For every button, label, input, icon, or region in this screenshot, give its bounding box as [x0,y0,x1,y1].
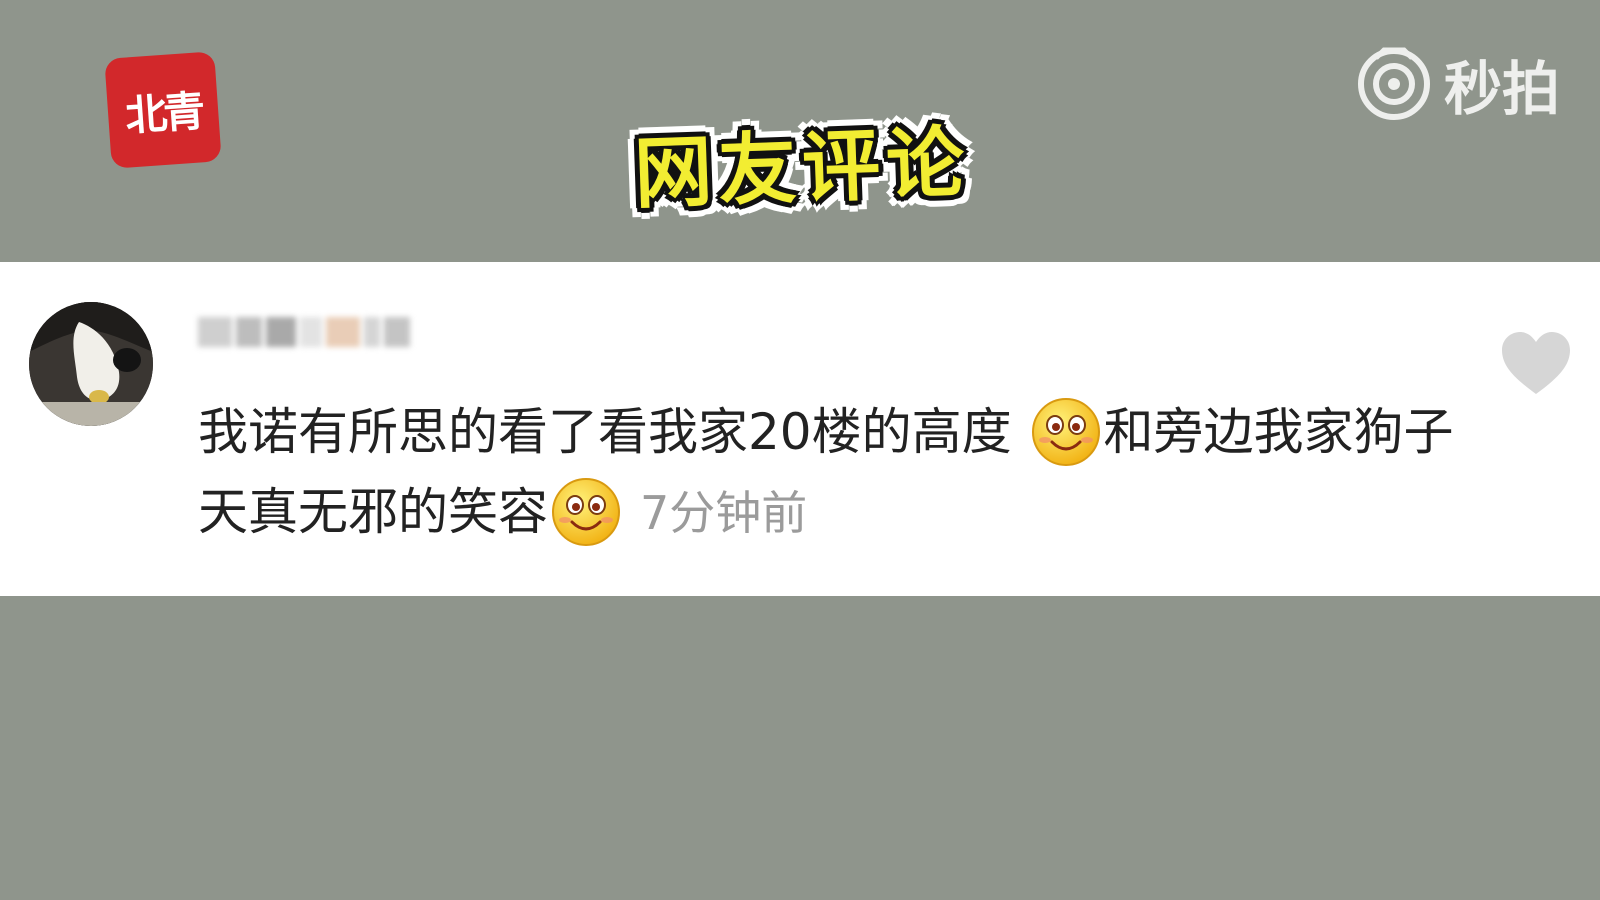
watermark-text: 秒拍 [1443,55,1560,123]
comment-text: 我诺有所思的看了看我家20楼的高度 和旁边我家狗子天真无邪的笑容 7分钟前 [198,392,1458,553]
smiling-face-icon [1031,397,1100,466]
page-title: 网友评论 [632,118,972,220]
eye-camera-icon [1357,47,1430,120]
smiling-face-icon [552,477,620,546]
comment-timestamp: 7分钟前 [640,486,808,540]
dog-avatar-icon [29,302,153,426]
user-avatar[interactable] [29,302,153,426]
logo-text: 北青 [123,85,203,141]
comment-card: 我诺有所思的看了看我家20楼的高度 和旁边我家狗子天真无邪的笑容 7分钟前 [0,262,1600,596]
heart-icon[interactable] [1500,330,1572,396]
news-logo: 北青 [104,51,222,169]
watermark: 秒拍 [1356,42,1560,126]
title-banner: 网友评论 [593,108,1011,220]
comment-text-part1: 我诺有所思的看了看我家20楼的高度 [198,403,1028,461]
username-blurred [198,310,413,354]
